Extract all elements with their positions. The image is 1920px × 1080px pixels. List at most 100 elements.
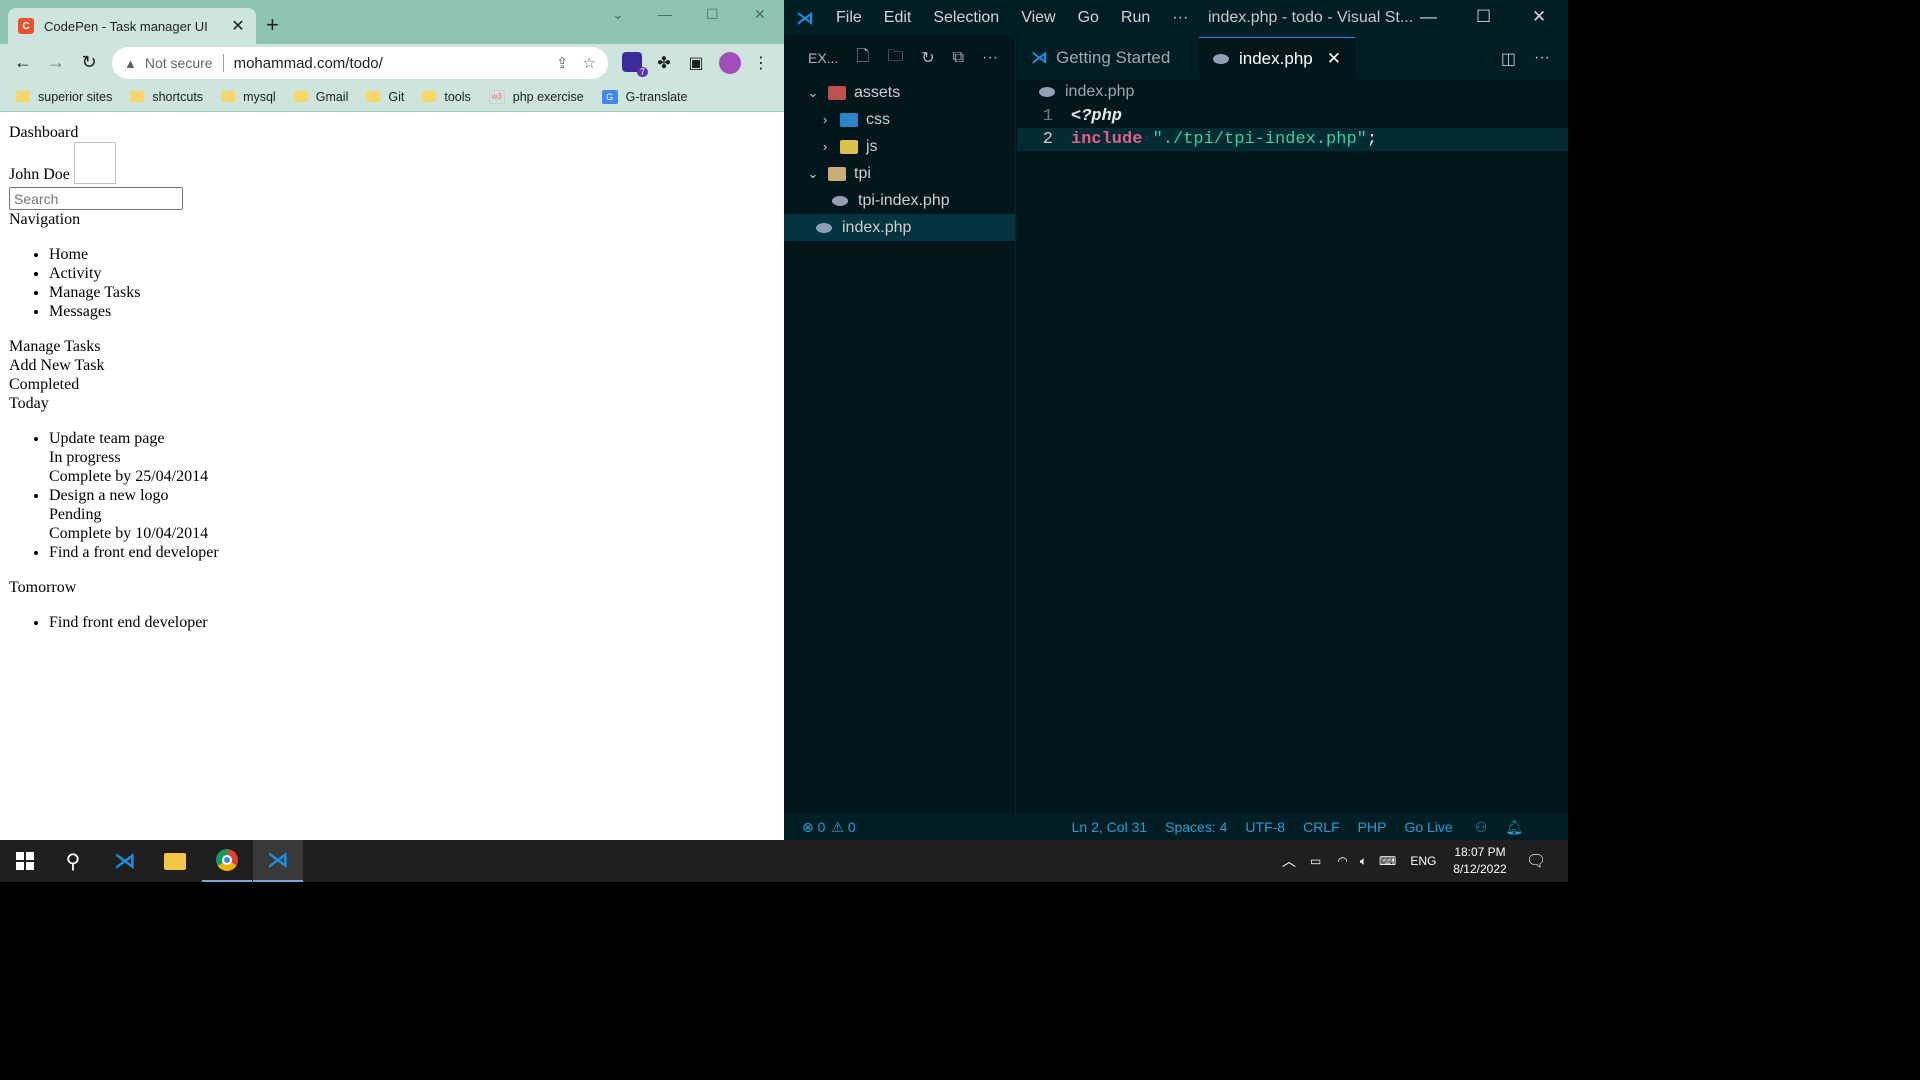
manage-tasks-link[interactable]: Manage Tasks — [9, 337, 775, 356]
notification-center-icon[interactable]: 🗨︎ — [1526, 840, 1546, 882]
accounts-icon[interactable]: ⚇ — [1475, 819, 1488, 836]
extensions-puzzle-icon[interactable]: ✤ — [654, 53, 674, 73]
bookmark-item[interactable]: shortcuts — [130, 90, 203, 104]
tab-search-icon[interactable]: ⌄ — [612, 6, 624, 23]
refresh-icon[interactable]: ↻ — [921, 48, 934, 68]
bookmark-item[interactable]: mysql — [221, 90, 276, 104]
split-editor-icon[interactable]: ◫ — [1501, 49, 1516, 69]
collapse-all-icon[interactable]: ⧉ — [953, 49, 964, 67]
address-bar[interactable]: ▲ Not secure mohammad.com/todo/ ⇪ ☆ — [112, 47, 608, 79]
search-input[interactable] — [9, 187, 183, 210]
editor-tab[interactable]: index.php ✕ — [1199, 37, 1355, 79]
bookmark-item[interactable]: G G-translate — [601, 89, 687, 104]
tab-close-icon[interactable]: ✕ — [230, 16, 246, 36]
add-new-task-link[interactable]: Add New Task — [9, 356, 775, 375]
bookmark-item[interactable]: Gmail — [293, 90, 348, 104]
close-button[interactable]: ✕ — [1532, 7, 1546, 27]
chevron-right-icon[interactable]: › — [816, 139, 834, 154]
cursor-position[interactable]: Ln 2, Col 31 — [1072, 819, 1148, 835]
bookmark-item[interactable]: tools — [422, 90, 471, 104]
menu-item[interactable]: Edit — [884, 9, 912, 27]
nav-item[interactable]: Messages — [49, 302, 775, 321]
bookmark-item[interactable]: w3 php exercise — [488, 89, 584, 104]
bookmark-item[interactable]: Git — [366, 90, 404, 104]
warnings-indicator[interactable]: ⚠ 0 — [831, 819, 855, 836]
menu-item[interactable]: File — [836, 9, 862, 27]
status-bar: ⊗ 0 ⚠ 0 Ln 2, Col 31 Spaces: 4 UTF-8 CRL… — [784, 814, 1568, 840]
share-icon[interactable]: ⇪ — [556, 54, 569, 72]
show-hidden-icons-icon[interactable]: ︿ — [1282, 851, 1296, 871]
errors-indicator[interactable]: ⊗ 0 — [802, 819, 825, 836]
keyboard-icon[interactable]: ⌨ — [1379, 854, 1396, 868]
maximize-button[interactable]: ☐ — [1476, 7, 1491, 27]
new-tab-button[interactable]: + — [266, 14, 279, 36]
minimize-button[interactable]: — — [1420, 7, 1437, 27]
breadcrumb-file[interactable]: index.php — [1065, 83, 1134, 101]
tree-item-css[interactable]: › css — [784, 106, 1015, 133]
forward-button[interactable]: → — [45, 52, 67, 73]
reload-button[interactable]: ↻ — [78, 52, 100, 73]
file-explorer-icon[interactable] — [150, 840, 200, 882]
maximize-button[interactable]: ☐ — [706, 6, 719, 23]
code-line[interactable]: 2 include "./tpi/tpi-index.php"; — [1017, 128, 1568, 151]
nav-item[interactable]: Home — [49, 245, 775, 264]
url-text[interactable]: mohammad.com/todo/ — [234, 55, 542, 72]
tab-close-icon[interactable]: ✕ — [1327, 49, 1341, 69]
tree-item-tpi-index-php[interactable]: tpi-index.php — [784, 187, 1015, 214]
tree-item-index-php[interactable]: index.php — [784, 214, 1015, 241]
chevron-down-icon[interactable]: ⌄ — [804, 85, 822, 101]
completed-link[interactable]: Completed — [9, 375, 775, 394]
nav-item[interactable]: Manage Tasks — [49, 283, 775, 302]
tree-item-tpi[interactable]: ⌄ tpi — [784, 160, 1015, 187]
new-file-icon[interactable]: 🗋 — [856, 45, 869, 72]
indentation-setting[interactable]: Spaces: 4 — [1165, 819, 1227, 835]
task-item[interactable]: Find front end developer — [49, 613, 775, 632]
menu-item[interactable]: ··· — [1172, 9, 1188, 27]
code-editor[interactable]: 1 <?php 2 include "./tpi/tpi-index.php"; — [1017, 105, 1568, 151]
vscode-active-taskbar-icon[interactable]: ⋊ — [253, 840, 303, 882]
profile-avatar[interactable] — [719, 52, 741, 74]
editor-tab[interactable]: ⋊ Getting Started — [1017, 37, 1199, 79]
tree-item-js[interactable]: › js — [784, 133, 1015, 160]
chrome-menu-icon[interactable]: ⋮ — [751, 53, 771, 73]
extension-icon[interactable]: 7 — [622, 52, 648, 77]
code-line[interactable]: 1 <?php — [1017, 105, 1568, 128]
taskbar-search-icon[interactable]: ⚲ — [48, 840, 98, 882]
chevron-right-icon[interactable]: › — [816, 112, 834, 127]
task-title[interactable]: Design a new logo — [49, 486, 775, 505]
more-actions-icon[interactable]: ··· — [982, 49, 998, 67]
eol-setting[interactable]: CRLF — [1303, 819, 1340, 835]
clock[interactable]: 18:07 PM 8/12/2022 — [1448, 844, 1512, 878]
bookmark-label: mysql — [243, 89, 276, 104]
chrome-taskbar-icon[interactable] — [202, 840, 252, 882]
notifications-bell-icon[interactable]: 🔔︎ — [1505, 819, 1523, 836]
wifi-icon[interactable]: ◠ — [1337, 854, 1347, 868]
language-mode[interactable]: PHP — [1358, 819, 1387, 835]
back-button[interactable]: ← — [12, 52, 34, 73]
side-panel-icon[interactable]: ▣ — [686, 53, 706, 73]
chevron-down-icon[interactable]: ⌄ — [804, 166, 822, 182]
battery-icon[interactable]: ▭ — [1310, 854, 1321, 868]
close-button[interactable]: ✕ — [754, 6, 766, 23]
editor-tabs: ⋊ Getting Started index.php ✕ — [1017, 37, 1568, 79]
nav-item[interactable]: Activity — [49, 264, 775, 283]
task-title[interactable]: Update team page — [49, 429, 775, 448]
start-button[interactable] — [0, 840, 50, 882]
vscode-taskbar-icon[interactable]: ⋊ — [100, 840, 150, 882]
encoding-setting[interactable]: UTF-8 — [1245, 819, 1285, 835]
language-indicator[interactable]: ENG — [1410, 854, 1436, 868]
browser-tab[interactable]: C CodePen - Task manager UI ✕ — [8, 8, 256, 44]
volume-icon[interactable]: 🔈︎ — [1360, 854, 1367, 869]
task-title[interactable]: Find a front end developer — [49, 543, 775, 562]
tree-item-assets[interactable]: ⌄ assets — [784, 79, 1015, 106]
go-live-button[interactable]: Go Live — [1404, 819, 1452, 835]
menu-item[interactable]: Run — [1121, 9, 1150, 27]
new-folder-icon[interactable]: 🗀 — [887, 45, 903, 72]
minimize-button[interactable]: — — [658, 6, 672, 22]
menu-item[interactable]: Selection — [933, 9, 999, 27]
bookmark-star-icon[interactable]: ☆ — [583, 54, 596, 72]
menu-item[interactable]: Go — [1078, 9, 1099, 27]
menu-item[interactable]: View — [1021, 9, 1055, 27]
bookmark-item[interactable]: superior sites — [16, 90, 112, 104]
more-actions-icon[interactable]: ··· — [1534, 49, 1550, 69]
